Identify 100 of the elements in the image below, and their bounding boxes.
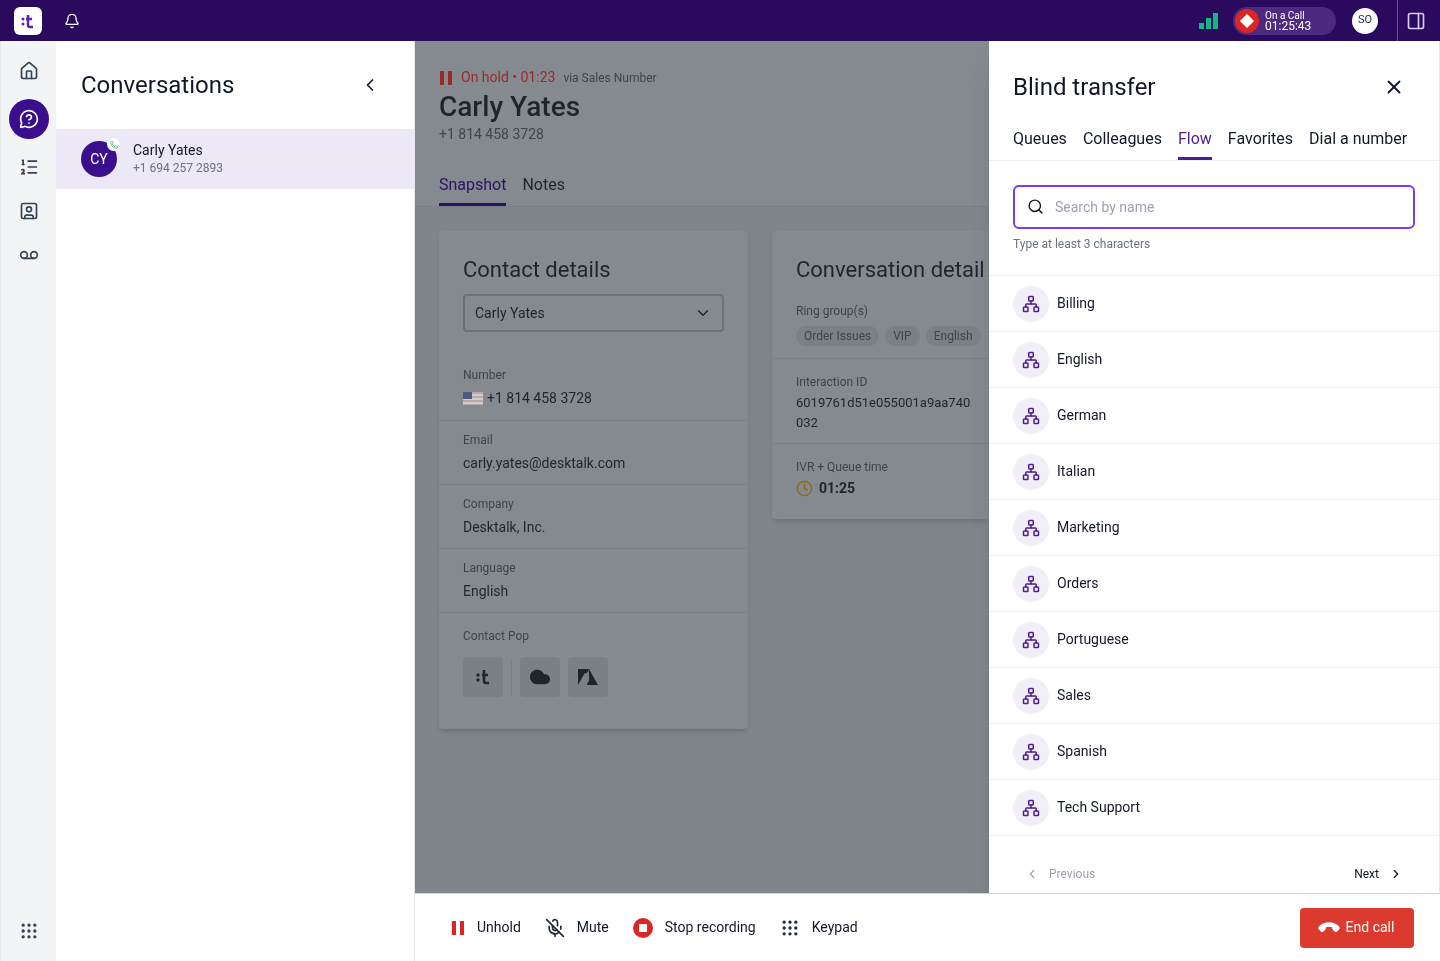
queue-time: 01:25 [819,479,856,498]
list-icon [18,157,39,177]
app-logo-icon [14,6,42,35]
nav-item[interactable] [8,99,49,139]
caller-phone: +1 814 458 3728 [439,125,545,144]
field-value: English [463,582,509,601]
signal-icon [1199,12,1219,29]
contact-phone: +1 694 257 2893 [133,160,223,177]
flag-icon [463,392,483,405]
stop-record-icon [632,917,653,938]
side-panel-icon [1406,10,1426,31]
app-logo-icon [475,668,491,686]
user-avatar[interactable]: SO [1352,7,1378,34]
flow-glyph-icon [1022,742,1040,761]
clock-icon [796,480,813,497]
flow-name: Portuguese [1057,630,1129,649]
panel-title: Conversations [81,70,235,101]
next-button[interactable]: Next [1354,865,1403,883]
flow-name: German [1057,406,1107,425]
call-status-pill[interactable]: On a Call 01:25:43 [1233,6,1336,35]
interaction-id: 6019761d51e055001a9aa740 [796,394,972,412]
pause-icon [439,70,453,85]
ring-group-tag: VIP [885,326,920,346]
home-icon [18,61,39,81]
flow-item[interactable]: English [989,332,1439,388]
drawer-title: Blind transfer [1013,72,1156,103]
flow-name: Spanish [1057,742,1107,761]
tab[interactable]: Notes [522,173,565,206]
contact-name: Carly Yates [133,141,204,159]
call-timer: 01:25:43 [1265,20,1312,32]
panel-toggle-button[interactable] [1406,10,1426,31]
app-logo-button[interactable] [463,657,503,697]
bell-icon [64,12,80,29]
flow-name: Tech Support [1057,798,1140,817]
search-icon [1027,198,1044,215]
ring-group-tag: English [925,326,981,346]
tab[interactable]: Favorites [1227,127,1294,160]
contact-select[interactable]: Carly Yates [463,294,724,332]
interaction-id: 032 [796,414,819,432]
conversation-item[interactable]: CY Carly Yates +1 694 257 2893 [56,129,414,189]
tab[interactable]: Dial a number [1309,127,1408,160]
call-status-label: On a Call [1265,9,1306,21]
flow-item[interactable]: Italian [989,444,1439,500]
flow-name: Italian [1057,462,1096,481]
flow-glyph-icon [1022,462,1040,481]
flow-name: English [1057,350,1103,369]
field-label: Company [463,496,515,513]
flow-item[interactable]: Tech Support [989,780,1439,836]
tab[interactable]: Queues [1013,127,1067,160]
flow-item[interactable]: Sales [989,668,1439,724]
flow-item[interactable]: Billing [989,276,1439,332]
contact-book-icon [18,201,39,221]
call-control-button[interactable]: Unhold [451,917,521,938]
flow-glyph-icon [1022,574,1040,593]
search-field[interactable]: Search by name [1013,185,1415,229]
ring-group-tag: Order Issues [796,326,880,346]
hold-status: On hold • 01:23 [461,68,556,87]
flow-name: Sales [1057,686,1091,705]
notifications-button[interactable] [64,12,80,29]
call-control-button[interactable]: Stop recording [632,917,756,938]
field-label: IVR + Queue time [796,460,888,474]
call-control-button[interactable]: Keypad [779,917,858,938]
call-control-button[interactable]: Mute [544,917,609,938]
phone-badge-icon [107,138,120,151]
tab[interactable]: Colleagues [1082,127,1162,160]
flow-glyph-icon [1022,294,1040,313]
field-value: Desktalk, Inc. [463,518,546,537]
flow-item[interactable]: Orders [989,556,1439,612]
tab[interactable]: Flow [1177,127,1212,160]
end-call-button[interactable]: End call [1300,907,1414,948]
field-label: Contact Pop [463,629,529,643]
field-value: +1 814 458 3728 [487,389,592,408]
card-title: Conversation detail [795,256,986,284]
field-label: Email [463,432,494,449]
flow-name: Billing [1057,294,1095,313]
flow-name: Marketing [1057,518,1120,537]
pause-icon [451,919,465,936]
flow-glyph-icon [1022,518,1040,537]
flow-item[interactable]: Marketing [989,500,1439,556]
card-title: Contact details [462,256,612,284]
flow-item[interactable]: Spanish [989,724,1439,780]
flow-glyph-icon [1022,798,1040,817]
field-label: Language [463,560,517,577]
flow-item[interactable]: Portuguese [989,612,1439,668]
contact-avatar: CY [81,141,117,177]
via-label: via Sales Number [563,69,657,87]
flow-item[interactable]: German [989,388,1439,444]
mic-off-icon [544,917,565,938]
flow-glyph-icon [1022,406,1040,425]
caller-name: Carly Yates [439,90,582,124]
record-icon [1235,8,1259,33]
flow-glyph-icon [1022,686,1040,705]
cloud-logo-button[interactable] [520,657,560,697]
field-value: carly.yates@desktalk.com [463,454,626,473]
search-hint: Type at least 3 characters [1013,236,1152,253]
field-label: Ring group(s) [796,304,869,318]
flow-glyph-icon [1022,350,1040,369]
field-label: Number [463,367,507,384]
field-label: Interaction ID [796,375,868,389]
tab[interactable]: Snapshot [439,173,507,206]
